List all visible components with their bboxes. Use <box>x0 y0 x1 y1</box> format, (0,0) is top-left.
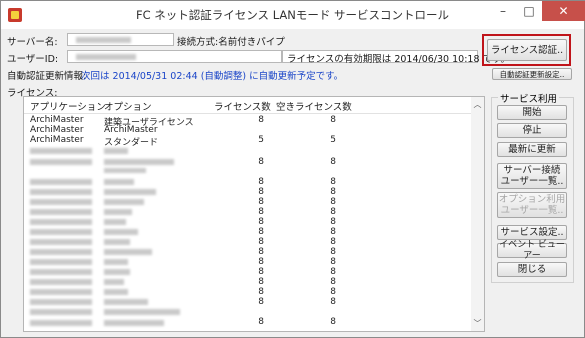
server-connection-users-button[interactable]: サーバー接続 ユーザー一覧.. <box>497 163 567 189</box>
auto-update-settings-button[interactable]: 自動認証更新設定.. <box>492 68 572 80</box>
auto-update-text: 次回は 2014/05/31 02:44 (自動調整) に自動更新予定です。 <box>81 71 344 82</box>
table-row-licenses: 8 <box>258 297 264 307</box>
table-row-free: 8 <box>330 297 336 307</box>
list-scrollbar[interactable]: ︿ ﹀ <box>471 97 484 331</box>
server-name-field <box>67 33 174 46</box>
expiry-field: ライセンスの有効期限は 2014/06/30 10:18 です。 <box>282 50 510 65</box>
table-row-free: 8 <box>330 217 336 227</box>
server-name-label: サーバー名: <box>7 37 58 48</box>
table-row-app: ArchiMaster <box>30 135 84 145</box>
table-row-free: 8 <box>330 157 336 167</box>
table-row-free: 8 <box>330 287 336 297</box>
table-row-licenses: 8 <box>258 157 264 167</box>
table-row-free: 8 <box>330 187 336 197</box>
column-header-option[interactable]: オプション <box>104 99 152 113</box>
table-row-free: 8 <box>330 177 336 187</box>
scroll-down-icon[interactable]: ﹀ <box>473 319 482 328</box>
table-row-licenses: 8 <box>258 247 264 257</box>
column-header-application[interactable]: アプリケーション <box>30 99 106 113</box>
user-id-label: ユーザーID: <box>7 54 59 65</box>
close-button[interactable]: 閉じる <box>497 262 567 277</box>
table-row-free: 8 <box>330 277 336 287</box>
option-users-button: オプション利用 ユーザー一覧.. <box>497 192 567 218</box>
table-row-licenses: 8 <box>258 257 264 267</box>
table-row-free: 8 <box>330 267 336 277</box>
scroll-up-icon[interactable]: ︿ <box>473 100 482 109</box>
table-row-licenses: 8 <box>258 227 264 237</box>
expiry-text: ライセンスの有効期限は 2014/06/30 10:18 です。 <box>287 54 511 65</box>
refresh-button[interactable]: 最新に更新 <box>497 142 567 157</box>
event-viewer-button[interactable]: イベント ビューアー <box>497 240 567 261</box>
table-row-licenses: 8 <box>258 187 264 197</box>
table-row-free: 5 <box>330 135 336 145</box>
user-id-field <box>67 50 282 63</box>
start-button[interactable]: 開始 <box>497 105 567 120</box>
maximize-button[interactable]: □ <box>516 1 542 21</box>
service-control-window: FC ネット認証ライセンス LANモード サービスコントロール – □ ✕ サー… <box>0 0 585 338</box>
service-settings-button[interactable]: サービス設定.. <box>497 225 567 240</box>
highlight-frame <box>482 34 571 66</box>
connection-type-text: 接続方式:名前付きパイプ <box>177 37 285 48</box>
minimize-button[interactable]: – <box>490 1 516 21</box>
table-row-free: 8 <box>330 237 336 247</box>
table-row-free: 8 <box>330 317 336 327</box>
table-row-licenses: 8 <box>258 207 264 217</box>
table-row-licenses: 8 <box>258 267 264 277</box>
table-row-free: 8 <box>330 247 336 257</box>
title-bar: FC ネット認証ライセンス LANモード サービスコントロール – □ ✕ <box>1 1 585 29</box>
column-header-free-licenses[interactable]: 空きライセンス数 <box>276 99 352 113</box>
service-group-title: サービス利用 <box>498 91 560 105</box>
table-row-licenses: 5 <box>258 135 264 145</box>
table-row-app: ArchiMaster <box>30 125 84 135</box>
auto-update-label: 自動認証更新情報: <box>7 71 87 82</box>
table-row-licenses: 8 <box>258 197 264 207</box>
table-row-licenses: 8 <box>258 217 264 227</box>
table-row-free: 8 <box>330 257 336 267</box>
table-row-licenses: 8 <box>258 177 264 187</box>
close-window-button[interactable]: ✕ <box>542 1 585 21</box>
table-row-free: 8 <box>330 115 336 125</box>
table-row-licenses: 8 <box>258 287 264 297</box>
table-row-free: 8 <box>330 227 336 237</box>
table-row-licenses: 8 <box>258 115 264 125</box>
license-list[interactable]: アプリケーション オプション ライセンス数 空きライセンス数 ArchiMast… <box>23 96 485 332</box>
stop-button[interactable]: 停止 <box>497 123 567 138</box>
table-row-option: スタンダード <box>104 138 159 148</box>
table-row-app: ArchiMaster <box>30 115 84 125</box>
table-row-free: 8 <box>330 197 336 207</box>
table-row-licenses: 8 <box>258 317 264 327</box>
column-header-licenses[interactable]: ライセンス数 <box>214 99 271 113</box>
table-row-licenses: 8 <box>258 277 264 287</box>
table-row-licenses: 8 <box>258 237 264 247</box>
table-row-option: ArchiMaster <box>104 125 158 135</box>
table-row-free: 8 <box>330 207 336 217</box>
